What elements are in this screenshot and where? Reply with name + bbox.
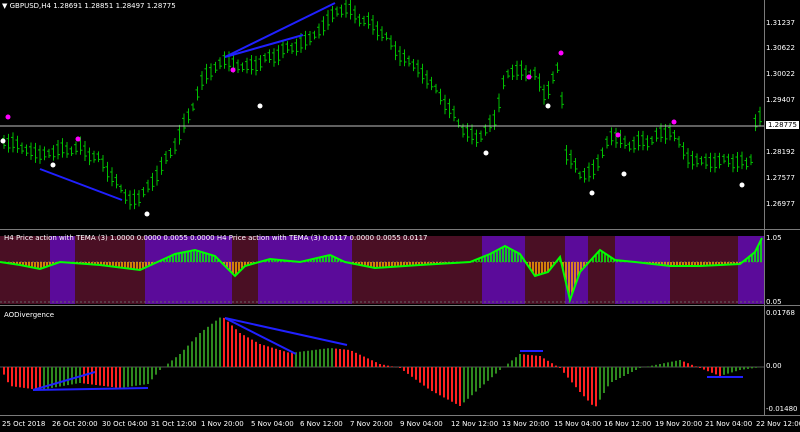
- chart-header: ▼ GBPUSD,H4 1.28691 1.28851 1.28497 1.28…: [2, 2, 176, 10]
- ao-scale-bottom: -0.01480: [766, 405, 798, 413]
- price-scale-7: 1.26977: [766, 200, 795, 208]
- fractal-dot-down: [257, 103, 263, 109]
- symbol-label: GBPUSD,H4: [9, 2, 51, 10]
- time-label: 1 Nov 20:00: [201, 420, 244, 428]
- trend-line: [39, 168, 123, 201]
- time-label: 26 Oct 20:00: [52, 420, 98, 428]
- time-label: 9 Nov 04:00: [400, 420, 443, 428]
- tema-band: [738, 236, 764, 304]
- tema-indicator-chart[interactable]: [0, 232, 764, 305]
- time-label: 7 Nov 20:00: [350, 420, 393, 428]
- time-label: 31 Oct 12:00: [151, 420, 197, 428]
- price-scale-4: 1.29407: [766, 96, 795, 104]
- fractal-dot-down: [589, 190, 595, 196]
- tema-band: [615, 236, 670, 304]
- tema-band: [588, 236, 615, 304]
- pane-separator[interactable]: [0, 229, 800, 230]
- price-scale-3: 1.30022: [766, 70, 795, 78]
- ao-scale-zero: 0.00: [766, 362, 782, 370]
- fractal-dot-up: [671, 119, 677, 125]
- fractal-dot-down: [483, 150, 489, 156]
- fractal-dot-down: [621, 171, 627, 177]
- dropdown-triangle-icon[interactable]: ▼: [2, 2, 7, 10]
- tema-band: [0, 236, 50, 304]
- pane-separator[interactable]: [0, 305, 800, 306]
- fractal-dot-up: [230, 67, 236, 73]
- divergence-line: [32, 387, 149, 391]
- fractal-dot-down: [739, 182, 745, 188]
- price-chart-pane[interactable]: ▼ GBPUSD,H4 1.28691 1.28851 1.28497 1.28…: [0, 0, 800, 229]
- fractal-dot-down: [0, 138, 6, 144]
- time-label: 21 Nov 04:00: [705, 420, 753, 428]
- time-label: 6 Nov 12:00: [300, 420, 343, 428]
- tema-band: [258, 236, 352, 304]
- time-label: 22 Nov 12:00: [756, 420, 800, 428]
- time-label: 13 Nov 20:00: [502, 420, 550, 428]
- fractal-dot-up: [615, 132, 621, 138]
- tema-band: [145, 236, 232, 304]
- time-label: 30 Oct 04:00: [102, 420, 148, 428]
- tema-band: [352, 236, 482, 304]
- tema-indicator-label: H4 Price action with TEMA (3) 1.0000 0.0…: [4, 234, 428, 242]
- current-price-tag: 1.28775: [766, 121, 799, 129]
- time-axis-border: [0, 415, 800, 416]
- ao-divergence-pane[interactable]: AODivergence 0.01768 0.00 -0.01480: [0, 308, 800, 415]
- ao-scale-top: 0.01768: [766, 309, 795, 317]
- fractal-dot-up: [75, 136, 81, 142]
- fractal-dot-up: [526, 74, 532, 80]
- ohlc-values: 1.28691 1.28851 1.28497 1.28775: [53, 2, 176, 10]
- time-label: 5 Nov 04:00: [251, 420, 294, 428]
- fractal-dot-down: [144, 211, 150, 217]
- time-label: 25 Oct 2018: [2, 420, 46, 428]
- time-label: 12 Nov 12:00: [451, 420, 499, 428]
- price-axis-border: [764, 0, 765, 415]
- tema-scale-top: 1.05: [766, 234, 782, 242]
- time-label: 19 Nov 20:00: [655, 420, 703, 428]
- price-scale-1: 1.31237: [766, 19, 795, 27]
- fractal-dot-down: [50, 162, 56, 168]
- fractal-dot-up: [558, 50, 564, 56]
- time-label: 15 Nov 04:00: [554, 420, 602, 428]
- tema-band: [50, 236, 75, 304]
- ao-divergence-label: AODivergence: [4, 311, 55, 319]
- price-chart[interactable]: [0, 0, 764, 229]
- fractal-dot-down: [545, 103, 551, 109]
- price-scale-6: 1.27577: [766, 174, 795, 182]
- tema-indicator-pane[interactable]: H4 Price action with TEMA (3) 1.0000 0.0…: [0, 232, 800, 306]
- tema-band: [670, 236, 738, 304]
- time-label: 16 Nov 12:00: [604, 420, 652, 428]
- ao-divergence-chart[interactable]: [0, 308, 764, 415]
- fractal-dot-up: [5, 114, 11, 120]
- price-scale-2: 1.30622: [766, 44, 795, 52]
- price-scale-5: 1.28192: [766, 148, 795, 156]
